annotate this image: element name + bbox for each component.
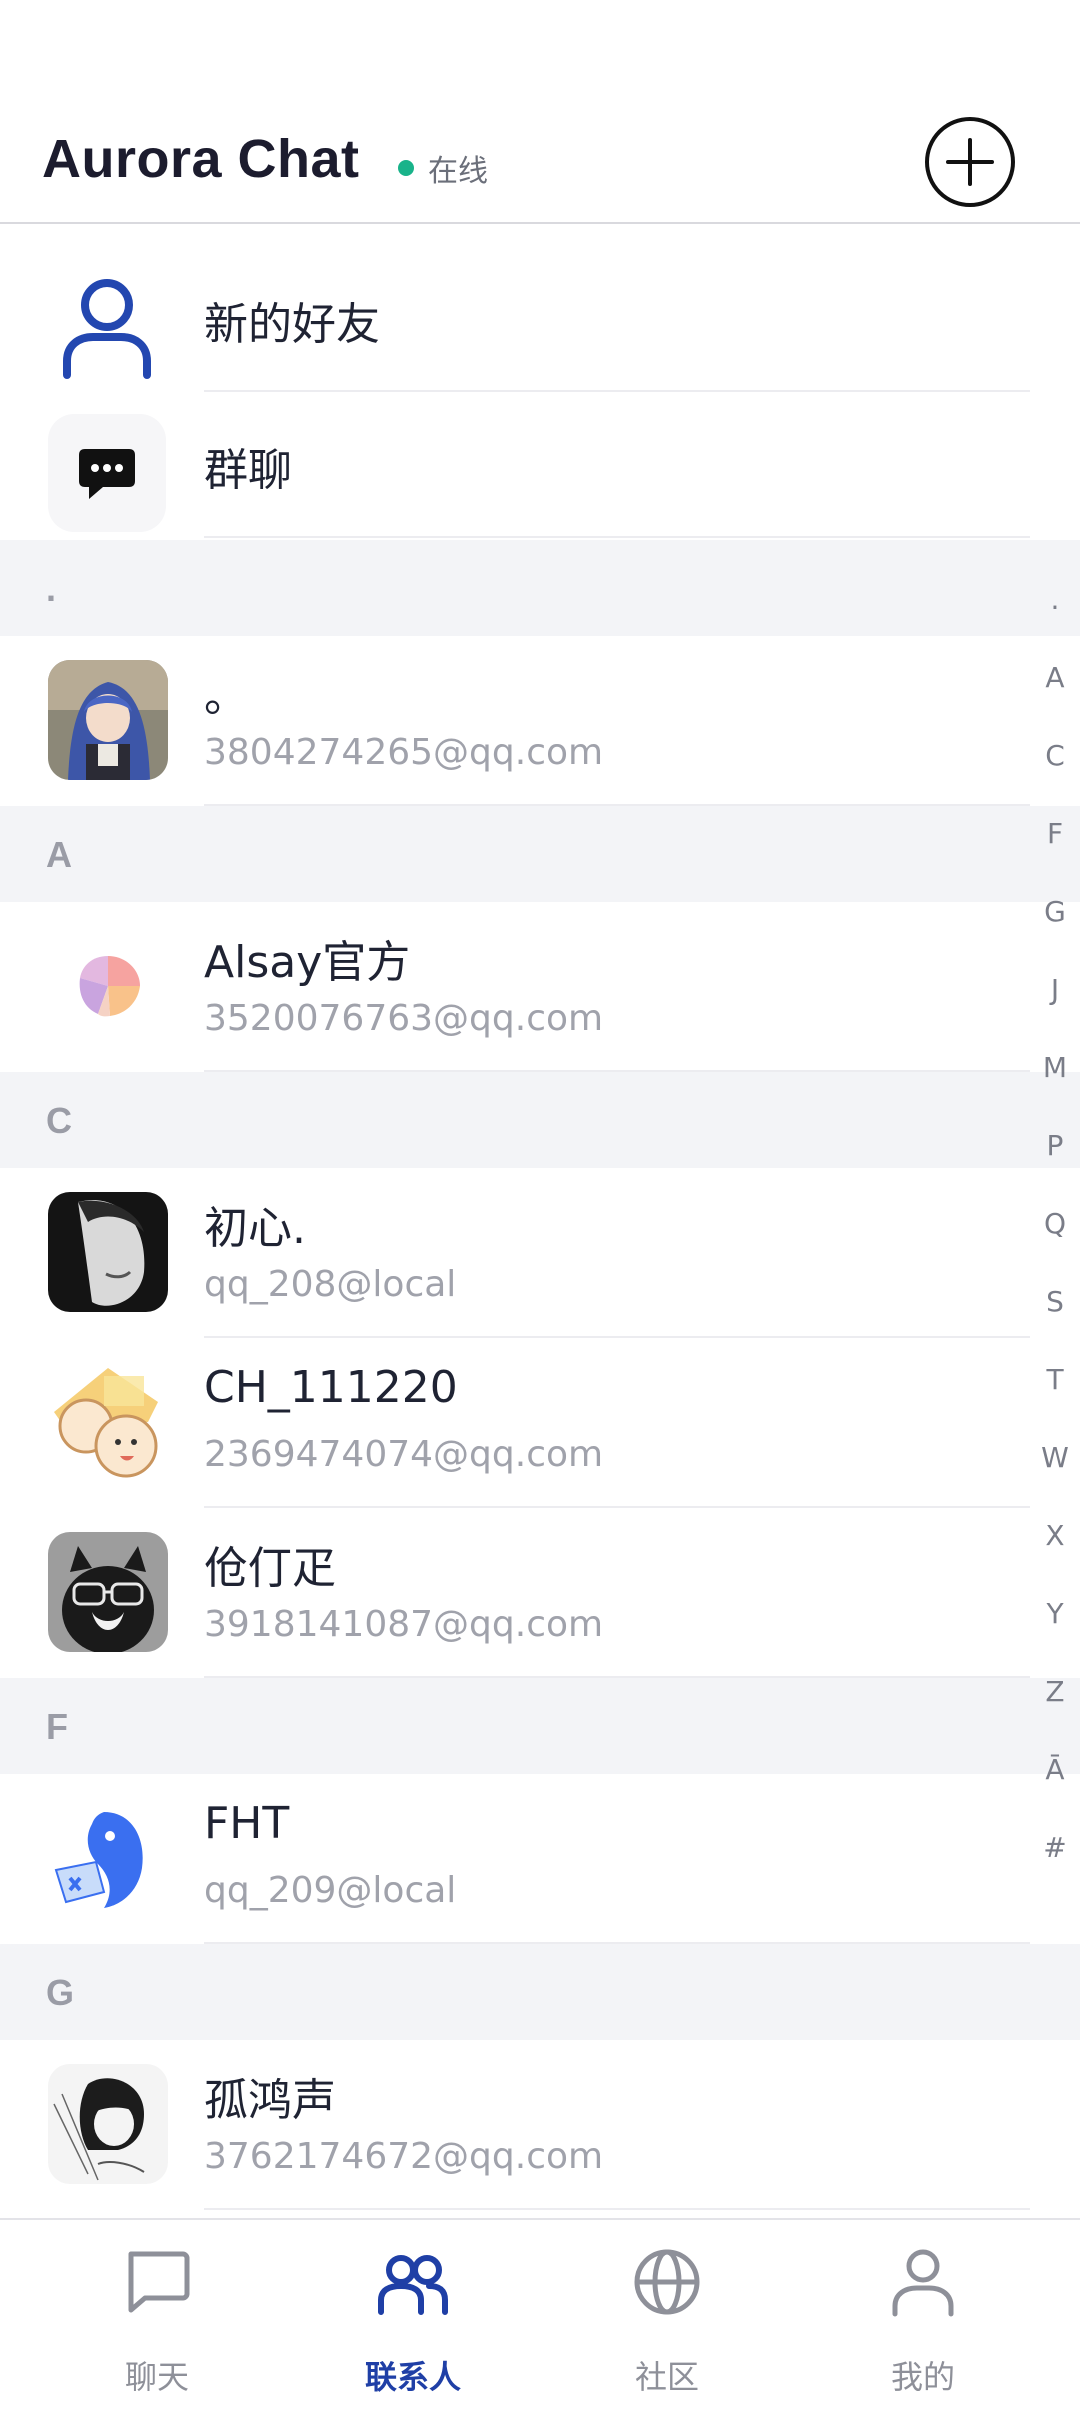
index-letter[interactable]: J	[1030, 970, 1080, 1048]
contact-row[interactable]: 初心. qq_208@local	[0, 1168, 1030, 1338]
index-letter[interactable]: Ā	[1030, 1750, 1080, 1828]
tab-label: 社区	[634, 2358, 699, 2396]
index-letter[interactable]: #	[1030, 1828, 1080, 1906]
index-letter[interactable]: W	[1030, 1438, 1080, 1516]
index-letter[interactable]: G	[1030, 892, 1080, 970]
user-icon	[48, 268, 166, 386]
chat-icon	[128, 2251, 190, 2313]
contacts-icon	[378, 2255, 448, 2315]
contact-email: 3804274265@qq.com	[204, 732, 604, 773]
add-button[interactable]	[924, 116, 1016, 208]
contact-name: Alsay官方	[204, 937, 411, 988]
index-letter[interactable]: S	[1030, 1282, 1080, 1360]
tab-contacts[interactable]: 联系人	[278, 2220, 548, 2414]
avatar	[48, 1362, 168, 1482]
tab-chat[interactable]: 聊天	[22, 2220, 292, 2414]
index-letter[interactable]: X	[1030, 1516, 1080, 1594]
contact-name: 伧仃疋	[204, 1543, 336, 1594]
index-letter[interactable]: .	[1030, 580, 1080, 658]
section-letter: .	[46, 568, 57, 609]
section-header: A	[0, 806, 1080, 902]
contact-email: qq_208@local	[204, 1264, 457, 1305]
contact-email: 3520076763@qq.com	[204, 998, 604, 1039]
chat-bubble-icon	[48, 414, 166, 532]
section-header: G	[0, 1944, 1080, 2040]
section-letter: C	[46, 1100, 72, 1141]
avatar	[48, 926, 168, 1046]
tab-community[interactable]: 社区	[532, 2220, 802, 2414]
contact-email: qq_209@local	[204, 1870, 457, 1911]
index-letter[interactable]: Z	[1030, 1672, 1080, 1750]
contact-name: 。	[204, 671, 248, 722]
contact-row[interactable]: 。 3804274265@qq.com	[0, 636, 1030, 806]
group-chat-label: 群聊	[204, 445, 292, 496]
index-letter[interactable]: F	[1030, 814, 1080, 892]
section-header: F	[0, 1678, 1080, 1774]
avatar	[48, 660, 168, 780]
app-header: Aurora Chat 在线	[0, 0, 1080, 224]
index-letter[interactable]: A	[1030, 658, 1080, 736]
section-letter: G	[46, 1972, 75, 2013]
section-header: .	[0, 540, 1080, 636]
contact-row[interactable]: CH_111220 2369474074@qq.com	[0, 1338, 1030, 1508]
index-letter[interactable]: Y	[1030, 1594, 1080, 1672]
avatar	[48, 1532, 168, 1652]
online-status: 在线	[398, 146, 488, 190]
tab-profile[interactable]: 我的	[788, 2220, 1058, 2414]
section-letter: A	[46, 834, 72, 875]
contact-email: 3918141087@qq.com	[204, 1604, 604, 1645]
index-letter[interactable]: T	[1030, 1360, 1080, 1438]
contact-row[interactable]: 伧仃疋 3918141087@qq.com	[0, 1508, 1030, 1678]
section-header: C	[0, 1072, 1080, 1168]
index-letter[interactable]: M	[1030, 1048, 1080, 1126]
contact-name: 初心.	[204, 1203, 306, 1254]
new-friends-label: 新的好友	[204, 299, 380, 350]
avatar	[48, 1798, 168, 1918]
section-letter: F	[46, 1706, 68, 1747]
contact-name: CH_111220	[204, 1362, 458, 1413]
contact-row[interactable]: Alsay官方 3520076763@qq.com	[0, 902, 1030, 1072]
status-text: 在线	[428, 154, 488, 189]
tab-label: 我的	[890, 2358, 955, 2396]
avatar	[48, 1192, 168, 1312]
tab-label: 聊天	[124, 2358, 189, 2396]
contact-email: 3762174672@qq.com	[204, 2136, 604, 2177]
profile-icon	[892, 2249, 954, 2317]
contact-name: 孤鸿声	[204, 2075, 336, 2126]
status-dot-icon	[398, 160, 414, 176]
contact-name: FHT	[204, 1798, 290, 1849]
avatar	[48, 2064, 168, 2184]
plus-circle-icon	[925, 117, 1015, 207]
index-letter[interactable]: P	[1030, 1126, 1080, 1204]
new-friends-entry[interactable]: 新的好友	[0, 246, 1080, 392]
bottom-nav: 聊天 联系人 社区 我的	[0, 2218, 1080, 2414]
contact-row[interactable]: FHT qq_209@local	[0, 1774, 1030, 1944]
index-letter[interactable]: Q	[1030, 1204, 1080, 1282]
tab-label: 联系人	[364, 2358, 461, 2396]
divider	[204, 2208, 1030, 2210]
globe-icon	[634, 2249, 700, 2315]
group-chat-entry[interactable]: 群聊	[0, 392, 1080, 538]
contact-email: 2369474074@qq.com	[204, 1434, 604, 1475]
app-title: Aurora Chat	[42, 129, 360, 189]
alphabet-index[interactable]: . A C F G J M P Q S T W X Y Z Ā #	[1030, 580, 1080, 1906]
index-letter[interactable]: C	[1030, 736, 1080, 814]
divider	[204, 536, 1030, 538]
contact-row[interactable]: 孤鸿声 3762174672@qq.com	[0, 2040, 1030, 2210]
